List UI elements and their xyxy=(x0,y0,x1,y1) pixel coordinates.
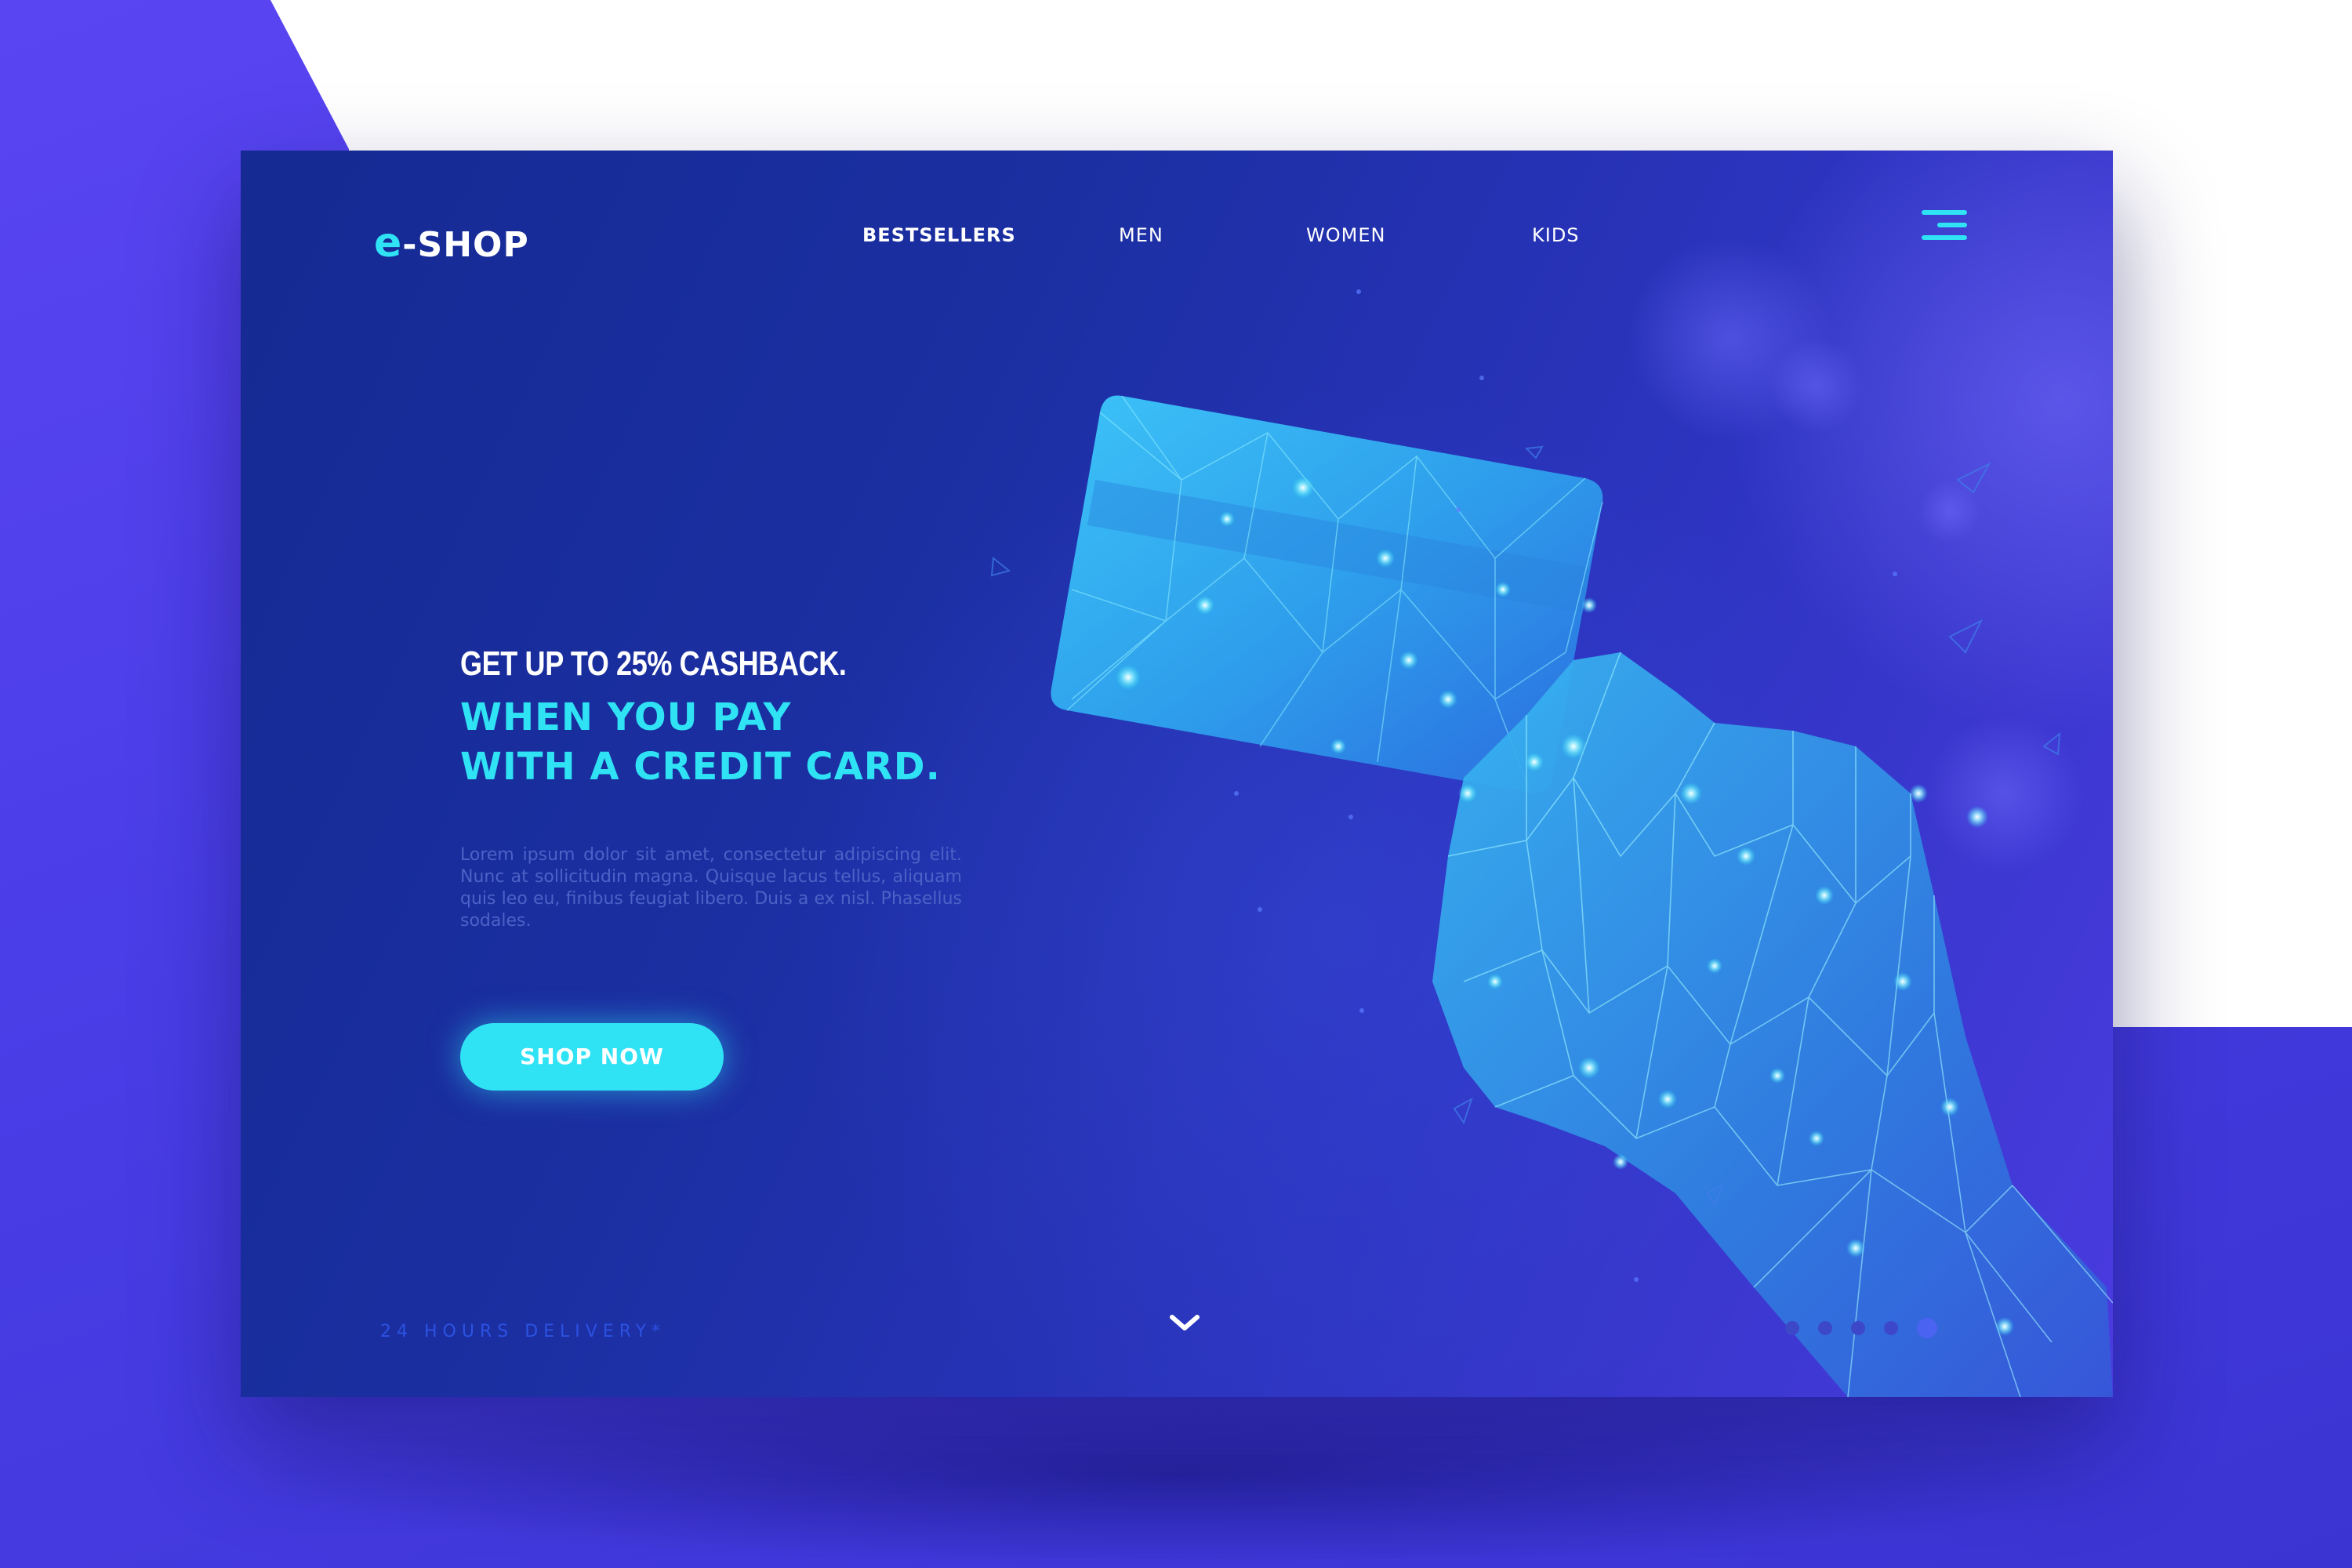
delivery-note: 24 HOURS DELIVERY* xyxy=(380,1322,666,1341)
pager-dot[interactable] xyxy=(1851,1321,1865,1335)
nav-women[interactable]: WOMEN xyxy=(1306,224,1385,246)
pager-dot[interactable] xyxy=(1785,1321,1799,1335)
chevron-down-icon[interactable] xyxy=(1167,1311,1202,1334)
nav-men[interactable]: MEN xyxy=(1119,224,1163,246)
pager-dot-active[interactable] xyxy=(1917,1318,1937,1338)
shop-now-button[interactable]: SHOP NOW xyxy=(460,1023,724,1091)
background-shadow xyxy=(235,1380,2117,1568)
hero-headline-line2: WHEN YOU PAY xyxy=(460,695,792,739)
hamburger-menu-icon[interactable] xyxy=(1918,210,1967,243)
hero-cashback-headline: GET UP TO 25% CASHBACK. xyxy=(460,644,847,683)
hero-body-text: Lorem ipsum dolor sit amet, consectetur … xyxy=(460,845,962,931)
main-nav: BESTSELLERS MEN WOMEN KIDS xyxy=(241,224,2113,256)
landing-page-panel: e-SHOP BESTSELLERS MEN WOMEN KIDS GET UP… xyxy=(241,151,2113,1397)
hero-headline-line3: WITH A CREDIT CARD. xyxy=(460,745,941,789)
pager-dot[interactable] xyxy=(1818,1321,1832,1335)
nav-bestsellers[interactable]: BESTSELLERS xyxy=(862,224,1016,246)
pager-dot[interactable] xyxy=(1884,1321,1898,1335)
nav-kids[interactable]: KIDS xyxy=(1532,224,1580,246)
